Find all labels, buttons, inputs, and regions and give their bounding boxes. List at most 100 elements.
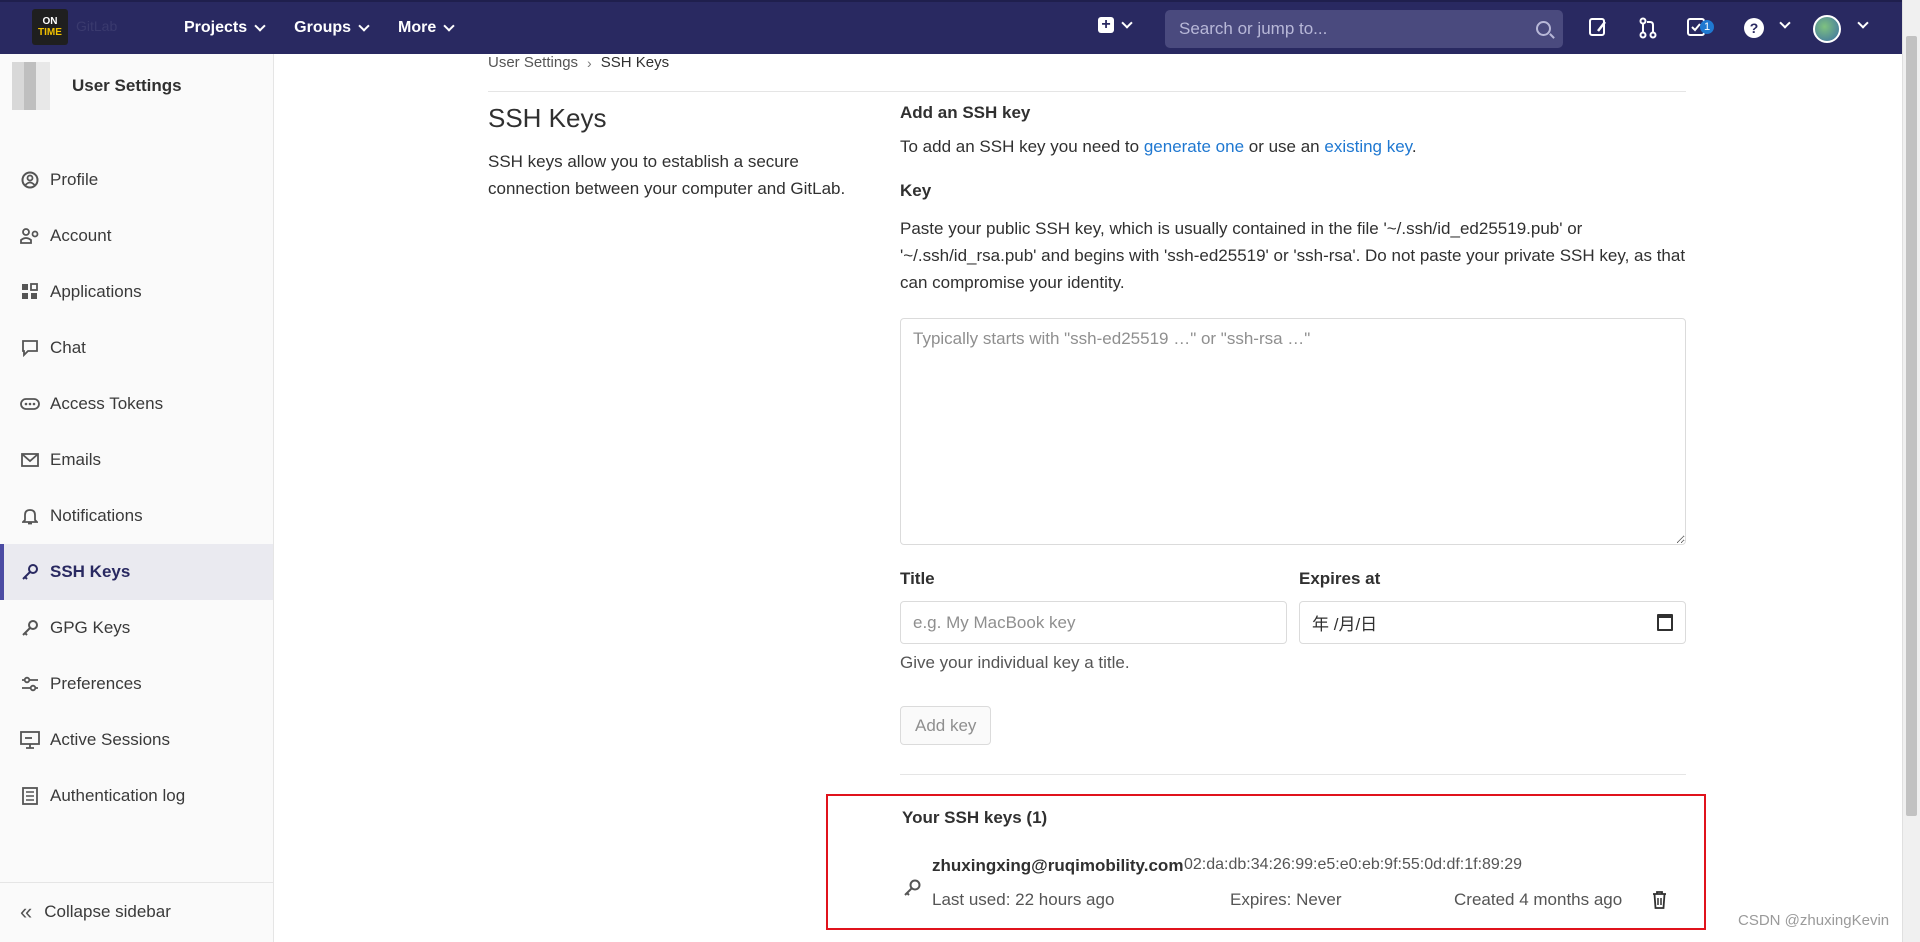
breadcrumb: User Settings › SSH Keys [488,54,669,71]
expires-date-input[interactable]: 年 /月/日 [1299,601,1686,644]
scrollbar-thumb[interactable] [1906,36,1917,816]
sidebar-item-chat[interactable]: Chat [0,320,273,376]
sidebar-item-label: SSH Keys [50,562,131,581]
page-title: SSH Keys [488,103,607,133]
sidebar-item-account[interactable]: Account [0,208,273,264]
profile-icon [20,170,40,190]
help-icon[interactable]: ? [1743,17,1765,39]
sidebar-item-access-tokens[interactable]: Access Tokens [0,376,273,432]
ssh-key-created: Created 4 months ago [1454,890,1623,909]
preferences-icon [20,674,40,694]
ssh-keys-heading: Your SSH keys (1) [902,808,1048,827]
token-icon [20,394,40,414]
monitor-icon [20,730,40,750]
main-menu: Projects Groups More [184,2,483,54]
calendar-icon[interactable] [1657,614,1673,631]
breadcrumb-current[interactable]: SSH Keys [601,54,669,71]
ssh-key-title-link[interactable]: zhuxingxing@ruqimobility.com [932,856,1183,876]
user-avatar[interactable] [1813,15,1841,43]
sidebar-item-label: Account [50,226,112,245]
sidebar-item-preferences[interactable]: Preferences [0,656,273,712]
generate-one-link[interactable]: generate one [1144,137,1244,156]
watermark-text: CSDN @zhuxingKevin [1738,912,1890,929]
bell-icon [20,506,40,526]
sidebar-nav: Profile Account Applications Chat Access… [0,152,273,824]
search-box[interactable] [1165,10,1563,48]
new-item-dropdown[interactable]: + [1098,17,1133,33]
key-icon [20,618,40,638]
search-input[interactable] [1177,18,1531,40]
chevron-down-icon [358,20,370,32]
ssh-key-last-used: Last used: 22 hours ago [932,890,1115,909]
expires-field-label: Expires at [1299,569,1381,588]
sidebar-item-label: Authentication log [50,786,186,805]
applications-icon [20,282,40,302]
form-intro: To add an SSH key you need to generate o… [900,137,1686,157]
form-heading: Add an SSH key [900,103,1031,122]
key-help-text: Paste your public SSH key, which is usua… [900,219,1686,292]
menu-more[interactable]: More [398,19,455,37]
page-description: SSH keys allow you to establish a secure… [488,152,846,198]
title-field-label: Title [900,569,935,588]
sidebar-context-header[interactable]: User Settings [12,62,182,110]
intro-text: To add an SSH key you need to [900,137,1144,156]
user-avatar-placeholder [12,62,50,110]
page-intro: SSH Keys SSH keys allow you to establish… [488,103,868,202]
page-scrollbar[interactable] [1902,0,1920,942]
sidebar-context-title: User Settings [72,76,182,95]
issues-icon[interactable] [1588,17,1608,37]
divider [488,91,1686,92]
intro-text: . [1411,137,1417,156]
sidebar-item-label: GPG Keys [50,618,131,637]
divider [900,774,1686,775]
date-value: 年 /月/日 [1312,615,1378,634]
intro-text: or use an [1244,137,1325,156]
key-icon [904,879,921,896]
collapse-sidebar-button[interactable]: « Collapse sidebar [0,882,273,940]
title-input[interactable] [900,601,1287,644]
sidebar-item-label: Chat [50,338,86,357]
sidebar-item-notifications[interactable]: Notifications [0,488,273,544]
sidebar-item-label: Notifications [50,506,143,525]
chevron-down-icon[interactable] [1857,17,1869,29]
sidebar-item-emails[interactable]: Emails [0,432,273,488]
sidebar-item-authentication-log[interactable]: Authentication log [0,768,273,824]
ssh-keys-list-section: Your SSH keys (1) zhuxingxing@ruqimobili… [826,794,1706,930]
key-textarea[interactable] [900,318,1686,545]
todos-count-badge: 1 [1700,20,1715,34]
breadcrumb-user-settings-link[interactable]: User Settings [488,54,578,71]
chat-icon [20,338,40,358]
top-navbar: ON TIME GitLab Projects Groups More + 1 [0,0,1902,54]
sidebar-item-ssh-keys[interactable]: SSH Keys [0,544,273,600]
double-chevron-left-icon: « [20,898,33,924]
delete-key-trash-icon[interactable] [1652,890,1667,910]
sidebar-item-active-sessions[interactable]: Active Sessions [0,712,273,768]
menu-more-label: More [398,19,437,36]
sidebar-item-label: Profile [50,170,99,189]
chevron-down-icon [1121,17,1133,29]
menu-groups[interactable]: Groups [294,19,370,37]
brand-logo[interactable]: ON TIME [32,9,68,45]
mail-icon [20,450,40,470]
plus-icon: + [1098,17,1114,33]
existing-key-link[interactable]: existing key [1324,137,1412,156]
menu-groups-label: Groups [294,19,352,36]
add-key-button[interactable]: Add key [900,706,992,745]
chevron-down-icon[interactable] [1779,17,1791,29]
ssh-key-expires: Expires: Never [1230,890,1342,909]
title-hint: Give your individual key a title. [900,653,1130,672]
sidebar-item-label: Preferences [50,674,142,693]
sidebar-item-applications[interactable]: Applications [0,264,273,320]
collapse-sidebar-label: Collapse sidebar [44,901,171,921]
add-ssh-key-form: Add an SSH key To add an SSH key you nee… [900,103,1686,775]
sidebar-item-gpg-keys[interactable]: GPG Keys [0,600,273,656]
svg-text:?: ? [1750,20,1759,36]
chevron-down-icon [254,20,266,32]
key-icon [20,562,40,582]
search-icon [1536,21,1551,36]
merge-requests-icon[interactable] [1638,17,1658,39]
menu-projects[interactable]: Projects [184,19,266,37]
sidebar-item-profile[interactable]: Profile [0,152,273,208]
chevron-right-icon: › [587,54,592,71]
menu-projects-label: Projects [184,19,248,36]
